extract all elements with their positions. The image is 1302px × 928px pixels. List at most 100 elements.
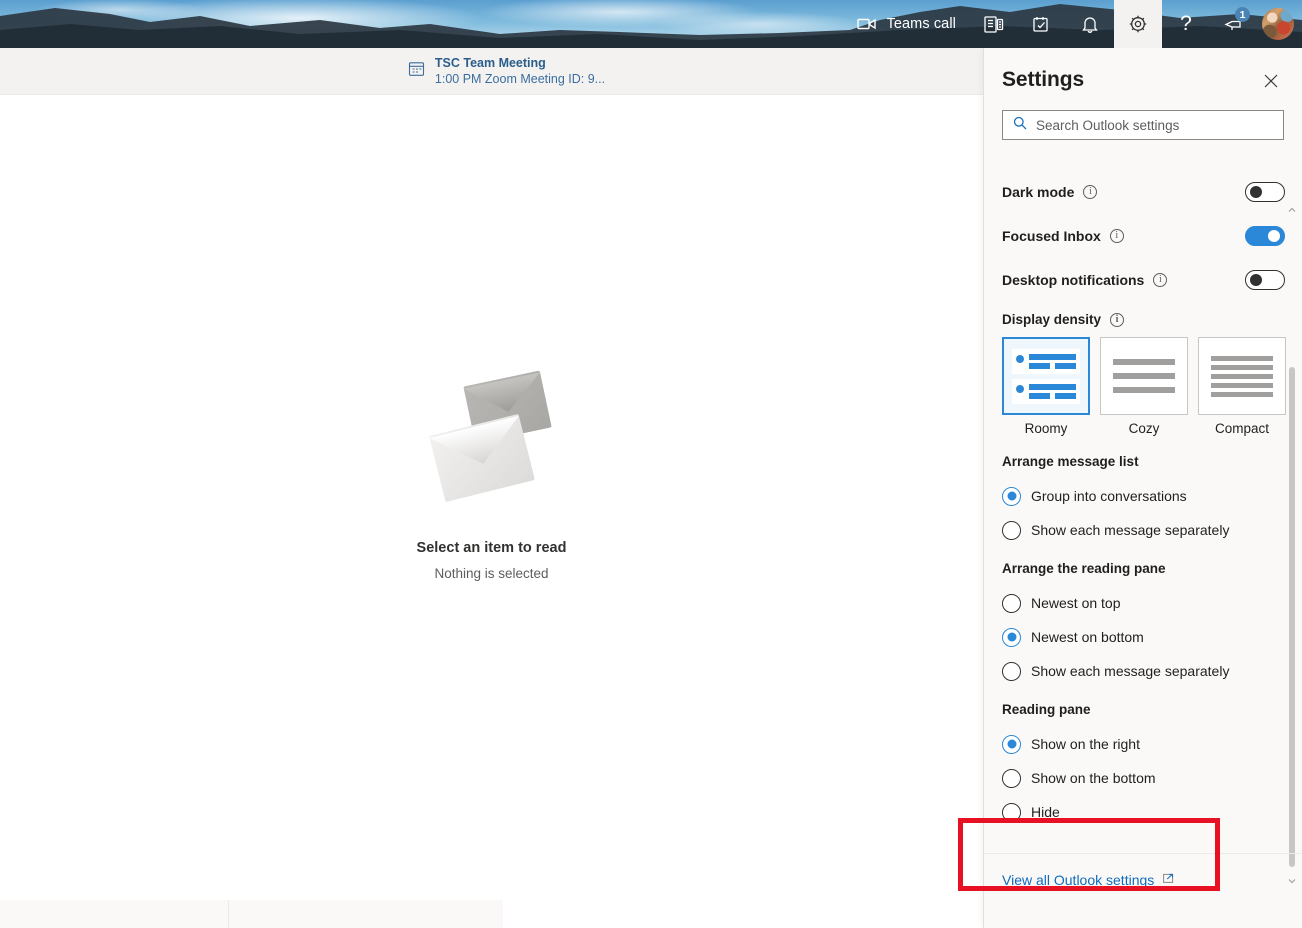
settings-panel: Settings Search Outlook settings Dark mo… [983,48,1302,928]
help-question-icon: ? [1180,12,1192,35]
account-avatar[interactable] [1262,8,1294,40]
info-icon[interactable]: i [1083,185,1098,199]
feedback-badge: 1 [1235,7,1250,22]
density-preview-compact [1198,337,1286,415]
settings-title: Settings [1002,68,1085,91]
reading-pane-sliver [503,906,983,928]
envelopes-icon [412,370,572,520]
density-preview-roomy [1002,337,1090,415]
focused-inbox-toggle[interactable] [1245,226,1285,246]
reading-pane: Select an item to read Nothing is select… [0,95,983,928]
density-label-compact: Compact [1214,421,1270,436]
arrange-reading-pane-heading: Arrange the reading pane [1002,561,1166,576]
outlook-web-app: Teams call ? 1 TSC Team Meeting 1:00 PM … [0,0,1302,928]
radio-label: Group into conversations [1031,488,1187,504]
scrollbar-thumb[interactable] [1289,367,1295,867]
radio-show-on-the-bottom[interactable]: Show on the bottom [1002,761,1285,795]
radio-button[interactable] [1002,802,1021,822]
office-apps-button[interactable] [970,0,1018,48]
tasks-button[interactable] [1018,0,1066,48]
settings-search-input[interactable] [1036,117,1273,133]
folder-pane-sliver [0,900,228,928]
density-preview-cozy [1100,337,1188,415]
dark-mode-label-group: Dark mode i [1002,184,1098,200]
radio-button[interactable] [1002,593,1021,613]
video-camera-icon [856,17,877,31]
desktop-notifications-label-group: Desktop notifications i [1002,272,1168,288]
scrollbar-track[interactable] [1289,217,1295,872]
meeting-subtitle: 1:00 PM Zoom Meeting ID: 9... [434,72,606,86]
settings-gear-button[interactable] [1114,0,1162,48]
settings-scroll-area: Dark mode i Focused Inbox i Desktop noti… [984,170,1302,870]
radio-button[interactable] [1002,768,1021,788]
setting-desktop-notifications[interactable]: Desktop notifications i [1002,258,1285,302]
tasks-icon [1032,15,1052,34]
radio-label: Newest on top [1031,595,1121,611]
settings-header: Settings [984,48,1302,96]
info-icon[interactable]: i [1109,229,1124,243]
close-settings-button[interactable] [1258,70,1284,96]
desktop-notifications-label: Desktop notifications [1002,272,1145,288]
info-icon[interactable]: i [1110,312,1125,327]
help-button[interactable]: ? [1162,0,1210,48]
setting-focused-inbox[interactable]: Focused Inbox i [1002,214,1285,258]
radio-show-each-message-separately-list[interactable]: Show each message separately [1002,513,1285,547]
settings-scrollbar[interactable] [1286,203,1298,886]
meeting-reminder-bar: TSC Team Meeting 1:00 PM Zoom Meeting ID… [0,48,983,95]
arrange-message-list-heading: Arrange message list [1002,454,1139,469]
focused-inbox-label: Focused Inbox [1002,228,1101,244]
radio-label: Newest on bottom [1031,629,1144,645]
dark-mode-label: Dark mode [1002,184,1075,200]
settings-search-box[interactable] [1002,110,1284,140]
density-option-cozy[interactable]: Cozy [1100,337,1188,436]
radio-button[interactable] [1002,486,1021,506]
radio-label: Show each message separately [1031,522,1230,538]
meeting-reminder-card[interactable]: TSC Team Meeting 1:00 PM Zoom Meeting ID… [408,55,605,88]
dark-mode-toggle[interactable] [1245,182,1285,202]
radio-label: Show on the right [1031,736,1140,752]
density-option-roomy[interactable]: Roomy [1002,337,1090,436]
feedback-button[interactable]: 1 [1210,0,1258,48]
notifications-button[interactable] [1066,0,1114,48]
density-option-compact[interactable]: Compact [1198,337,1286,436]
density-label-roomy: Roomy [1024,421,1068,436]
radio-label: Hide [1031,804,1060,820]
topbar-actions: Teams call ? 1 [849,0,1302,48]
desktop-notifications-toggle[interactable] [1245,270,1285,290]
radio-hide[interactable]: Hide [1002,795,1285,829]
radio-label: Show on the bottom [1031,770,1156,786]
reading-pane-heading: Reading pane [1002,702,1091,717]
open-in-new-window-icon [1163,872,1176,888]
teams-call-label: Teams call [886,16,956,32]
setting-dark-mode[interactable]: Dark mode i [1002,170,1285,214]
focused-inbox-label-group: Focused Inbox i [1002,228,1124,244]
settings-gear-icon [1128,14,1148,34]
display-density-options: Roomy Cozy Compact [1002,337,1286,436]
radio-newest-on-bottom[interactable]: Newest on bottom [1002,620,1285,654]
radio-newest-on-top[interactable]: Newest on top [1002,586,1285,620]
radio-group-into-conversations[interactable]: Group into conversations [1002,479,1285,513]
radio-button[interactable] [1002,734,1021,754]
scroll-up-button[interactable] [1286,203,1298,215]
empty-state-title: Select an item to read [416,539,567,556]
radio-button[interactable] [1002,661,1021,681]
view-all-outlook-settings-link[interactable]: View all Outlook settings [1002,872,1176,888]
radio-button[interactable] [1002,627,1021,647]
notifications-bell-icon [1081,15,1099,34]
info-icon[interactable]: i [1153,273,1168,287]
settings-footer: View all Outlook settings [984,853,1302,890]
display-density-heading-group: Display density i [1002,312,1285,327]
radio-label: Show each message separately [1031,663,1230,679]
radio-button[interactable] [1002,520,1021,540]
teams-call-button[interactable]: Teams call [849,0,971,48]
chevron-up-icon [1288,200,1296,218]
empty-state: Select an item to read Nothing is select… [0,95,983,855]
settings-search-wrap [984,96,1302,140]
density-label-cozy: Cozy [1128,421,1160,436]
view-all-settings-label: View all Outlook settings [1002,872,1155,888]
radio-show-each-message-separately-pane[interactable]: Show each message separately [1002,654,1285,688]
radio-show-on-the-right[interactable]: Show on the right [1002,727,1285,761]
top-navigation-bar: Teams call ? 1 [0,0,1302,48]
message-list-sliver [228,900,503,928]
office-apps-icon [984,15,1004,34]
